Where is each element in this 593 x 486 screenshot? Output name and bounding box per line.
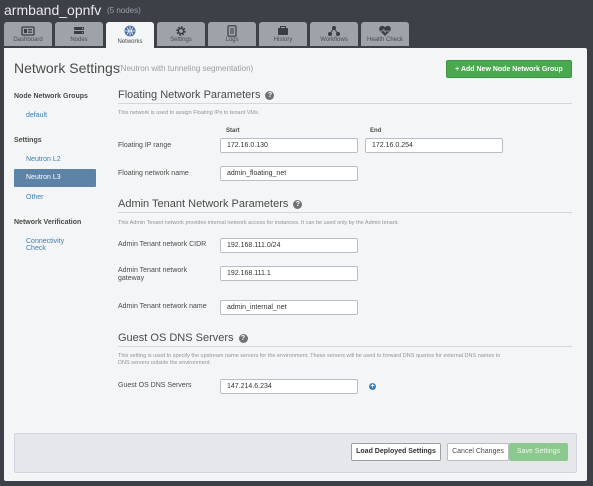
dns-desc-line1: This setting is used to specify the upst… [118,353,501,359]
tab-label: Nodes [70,37,88,43]
dns-desc-line2: DNS servers outside the environment. [118,360,211,366]
dns-section-title: Guest OS DNS Servers? [118,332,248,344]
add-node-network-group-button[interactable]: + Add New Node Network Group [446,60,572,78]
sidebar-item-other[interactable]: Other [26,194,44,201]
section-divider [118,346,572,347]
tab-label: Networks [117,39,143,45]
help-icon[interactable]: ? [293,200,303,209]
admin-tenant-name-input[interactable]: admin_internal_net [220,300,358,315]
help-icon[interactable]: ? [265,91,275,100]
connectivity-check-line2: Check [26,245,46,252]
gateway-label-line1: Admin Tenant network [118,267,188,274]
floating-description: This network is used to assign Floating … [118,110,260,116]
range-start-header: Start [226,128,240,134]
floating-network-name-label: Floating network name [118,170,189,177]
tab-dashboard[interactable]: Dashboard [4,22,52,46]
guest-os-dns-label: Guest OS DNS Servers [118,382,192,389]
floating-ip-start-input[interactable]: 172.16.0.130 [220,138,358,153]
tab-networks[interactable]: Networks [106,22,154,48]
page-title: Network Settings [14,60,120,76]
network-settings-panel: Network Settings (Neutron with tunneling… [4,48,587,481]
floating-ip-range-label: Floating IP range [118,142,172,149]
admin-tenant-gateway-input[interactable]: 192.168.111.1 [220,266,358,281]
tab-label: Health Check [366,37,404,43]
dns-description: This setting is used to specify the upst… [118,353,574,367]
tab-workflows[interactable]: Workflows [310,22,358,46]
tab-health-check[interactable]: Health Check [361,22,409,46]
admin-tenant-name-label: Admin Tenant network name [118,303,207,310]
network-verification-header: Network Verification [14,219,82,226]
admin-tenant-section-title: Admin Tenant Network Parameters? [118,198,303,210]
floating-section-title: Floating Network Parameters? [118,89,275,101]
load-deployed-settings-button[interactable]: Load Deployed Settings [351,443,441,461]
save-settings-button[interactable]: Save Settings [509,443,568,461]
tab-logs[interactable]: Logs [208,22,256,46]
sidebar-item-neutron-l3[interactable]: Neutron L3 [14,169,96,187]
sidebar-item-neutron-l2[interactable]: Neutron L2 [26,156,61,163]
settings-header: Settings [14,137,42,144]
floating-ip-end-input[interactable]: 172.16.0.254 [365,138,503,153]
sidebar-item-connectivity-check[interactable]: Connectivity Check [26,238,64,252]
admin-tenant-cidr-label: Admin Tenant network CIDR [118,241,207,248]
tab-settings[interactable]: Settings [157,22,205,46]
tab-label: Dashboard [13,37,43,43]
admin-tenant-cidr-input[interactable]: 192.168.111.0/24 [220,238,358,253]
guest-os-dns-input[interactable]: 147.214.6.234 [220,379,358,394]
section-divider [118,212,572,213]
environment-name: armband_opnfv [4,2,102,18]
sidebar-item-default[interactable]: default [26,112,47,119]
admin-tenant-title-text: Admin Tenant Network Parameters [118,198,289,210]
node-network-groups-header: Node Network Groups [14,93,88,100]
node-count: (5 nodes) [107,6,141,15]
cancel-changes-button[interactable]: Cancel Changes [447,443,509,461]
networks-icon [123,25,137,37]
admin-tenant-gateway-label: Admin Tenant network gateway [118,267,187,283]
section-divider [118,103,572,104]
connectivity-check-line1: Connectivity [26,238,65,245]
range-end-header: End [370,128,382,134]
admin-tenant-description: This Admin Tenant network provides inter… [118,220,399,226]
tab-label: Logs [225,37,239,43]
gateway-label-line2: gateway [118,275,145,282]
tab-label: Settings [170,37,192,43]
page-subtitle: (Neutron with tunneling segmentation) [118,64,254,73]
top-bar: armband_opnfv (5 nodes) Dashboard Nodes … [0,0,593,48]
settings-footer: Load Deployed Settings Cancel Changes Sa… [14,433,577,473]
tab-label: Workflows [320,37,348,43]
floating-title-text: Floating Network Parameters [118,89,261,101]
add-dns-server-icon[interactable]: + [369,383,376,390]
main-tabs: Dashboard Nodes Networks Settings Logs H… [4,22,412,48]
tab-label: History [273,37,293,43]
add-button-label: Add New Node Network Group [460,66,563,73]
tab-history[interactable]: History [259,22,307,46]
tab-nodes[interactable]: Nodes [55,22,103,46]
help-icon[interactable]: ? [238,334,248,343]
floating-network-name-input[interactable]: admin_floating_net [220,166,358,181]
dns-title-text: Guest OS DNS Servers [118,332,234,344]
